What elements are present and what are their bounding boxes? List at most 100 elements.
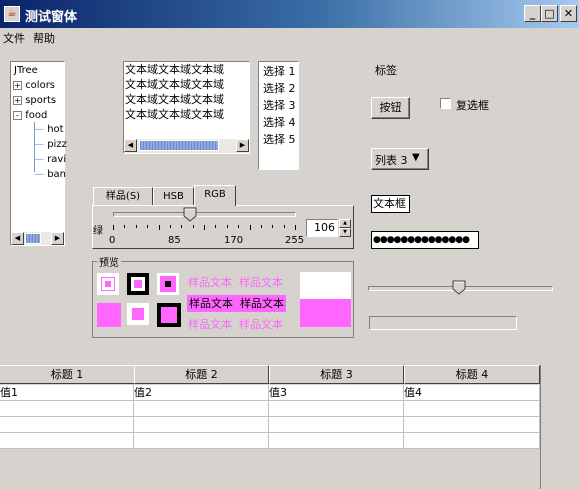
table-cell[interactable]: [134, 433, 269, 449]
list-item[interactable]: 选择 1: [259, 63, 298, 80]
slider-tick: [284, 225, 285, 228]
table-cell[interactable]: [134, 417, 269, 433]
table-cell[interactable]: [134, 401, 269, 417]
chevron-down-icon[interactable]: ▼: [412, 152, 420, 163]
preview-swatch: [97, 303, 121, 327]
table-edge: [540, 365, 541, 489]
table-cell[interactable]: 值3: [269, 385, 404, 401]
slider-tick: [250, 225, 251, 230]
table-cell[interactable]: 值1: [0, 385, 134, 401]
tab-swatches[interactable]: 样品(S): [93, 187, 153, 206]
column-header[interactable]: 标题 2: [134, 365, 269, 384]
text-area-line: 文本域文本域文本域: [125, 108, 224, 121]
progress-bar: [369, 316, 517, 330]
table-cell[interactable]: 值2: [134, 385, 269, 401]
table-row[interactable]: 值1 值2 值3 值4: [0, 385, 540, 401]
scroll-right-icon[interactable]: ▶: [51, 232, 64, 245]
scroll-left-icon[interactable]: ◀: [11, 232, 24, 245]
spinner-up-icon[interactable]: ▲: [339, 219, 351, 228]
table-cell[interactable]: [0, 433, 134, 449]
table-cell[interactable]: [269, 417, 404, 433]
slider-tick: [136, 225, 137, 228]
expand-icon[interactable]: +: [13, 80, 22, 90]
slider-tick: [261, 225, 262, 228]
expand-icon[interactable]: +: [13, 95, 22, 105]
tab-hsb[interactable]: HSB: [153, 187, 194, 206]
main-button[interactable]: 按钮: [371, 97, 410, 119]
text-field[interactable]: 文本框: [371, 195, 410, 213]
menu-file[interactable]: 文件: [3, 30, 25, 46]
maximize-icon[interactable]: □: [541, 5, 558, 22]
list-item[interactable]: 选择 2: [259, 80, 298, 97]
table-cell[interactable]: [0, 417, 134, 433]
java-icon[interactable]: ☕: [4, 6, 20, 22]
column-header[interactable]: 标题 3: [269, 365, 404, 384]
slider-thumb[interactable]: [452, 280, 466, 295]
tree-leaf[interactable]: — hot: [34, 122, 64, 137]
table-row[interactable]: [0, 417, 540, 433]
checkbox[interactable]: [440, 98, 451, 109]
slider-tick: [113, 225, 114, 230]
preview-panel: 预览 样品文本 样品文本 样品文本 样品文本 样品文本 样品文本: [92, 254, 354, 338]
scroll-left-icon[interactable]: ◀: [124, 139, 137, 152]
table-cell[interactable]: [269, 433, 404, 449]
data-table[interactable]: 标题 1 标题 2 标题 3 标题 4 值1 值2 值3 值4: [0, 365, 540, 489]
slider-thumb[interactable]: [183, 207, 197, 222]
combo-box[interactable]: 列表 3 ▼: [371, 148, 429, 170]
close-icon[interactable]: ✕: [560, 5, 577, 22]
tree-node-food[interactable]: - food: [13, 108, 47, 123]
tree-leaf[interactable]: — ravi: [34, 152, 66, 167]
column-header[interactable]: 标题 1: [0, 365, 135, 384]
password-field[interactable]: ●●●●●●●●●●●●●●: [371, 231, 479, 249]
tree-leaf[interactable]: — pizz: [34, 137, 67, 152]
slider-tick: [193, 225, 194, 228]
table-cell[interactable]: [0, 401, 134, 417]
tree-hscrollbar[interactable]: ◀ ▶: [11, 232, 64, 245]
text-area[interactable]: 文本域文本域文本域 文本域文本域文本域 文本域文本域文本域 文本域文本域文本域 …: [123, 61, 250, 154]
preview-color-block: [300, 299, 351, 327]
tab-rgb[interactable]: RGB: [194, 185, 236, 206]
menu-help[interactable]: 帮助: [33, 30, 55, 46]
tick-label: 170: [224, 235, 244, 246]
tree-leaf[interactable]: — ban: [34, 167, 66, 182]
slider-tick: [181, 225, 182, 228]
table-cell[interactable]: 值4: [404, 385, 540, 401]
scroll-thumb[interactable]: [139, 140, 219, 151]
text-area-line: 文本域文本域文本域: [125, 78, 224, 91]
scroll-thumb[interactable]: [25, 233, 41, 244]
menu-bar: 文件 帮助: [0, 28, 579, 46]
slider-tick: [227, 225, 228, 228]
table-row[interactable]: [0, 433, 540, 449]
slider-track: [113, 212, 296, 217]
value-spinner-field[interactable]: 106: [306, 219, 338, 237]
rgb-slider[interactable]: [113, 206, 296, 224]
tree-root[interactable]: JTree: [14, 63, 38, 78]
list-item[interactable]: 选择 4: [259, 114, 298, 131]
spinner-down-icon[interactable]: ▼: [339, 228, 351, 237]
list-item[interactable]: 选择 5: [259, 131, 298, 148]
slider-tick: [204, 225, 205, 230]
table-cell[interactable]: [404, 417, 540, 433]
table-cell[interactable]: [404, 433, 540, 449]
tree-node-label: sports: [25, 95, 57, 106]
table-body: 值1 值2 值3 值4: [0, 385, 540, 449]
column-header[interactable]: 标题 4: [404, 365, 540, 384]
table-cell[interactable]: [269, 401, 404, 417]
title-bar[interactable]: ☕ 测试窗体 _ □ ✕: [0, 0, 579, 28]
checkbox-label[interactable]: 复选框: [456, 97, 489, 113]
tree-view[interactable]: JTree + colors + sports - food — hot — p…: [10, 61, 67, 246]
tree-node-sports[interactable]: + sports: [13, 93, 56, 108]
list-box[interactable]: 选择 1 选择 2 选择 3 选择 4 选择 5: [258, 61, 299, 170]
preview-swatch: [127, 303, 149, 325]
preview-title: 预览: [97, 254, 121, 269]
tick-label: 85: [168, 235, 181, 246]
tree-node-colors[interactable]: + colors: [13, 78, 55, 93]
collapse-icon[interactable]: -: [13, 110, 22, 120]
text-area-hscrollbar[interactable]: ◀ ▶: [124, 139, 249, 153]
list-item[interactable]: 选择 3: [259, 97, 298, 114]
minimize-icon[interactable]: _: [524, 5, 541, 22]
table-row[interactable]: [0, 401, 540, 417]
table-cell[interactable]: [404, 401, 540, 417]
right-slider[interactable]: [368, 280, 553, 296]
scroll-right-icon[interactable]: ▶: [236, 139, 249, 152]
